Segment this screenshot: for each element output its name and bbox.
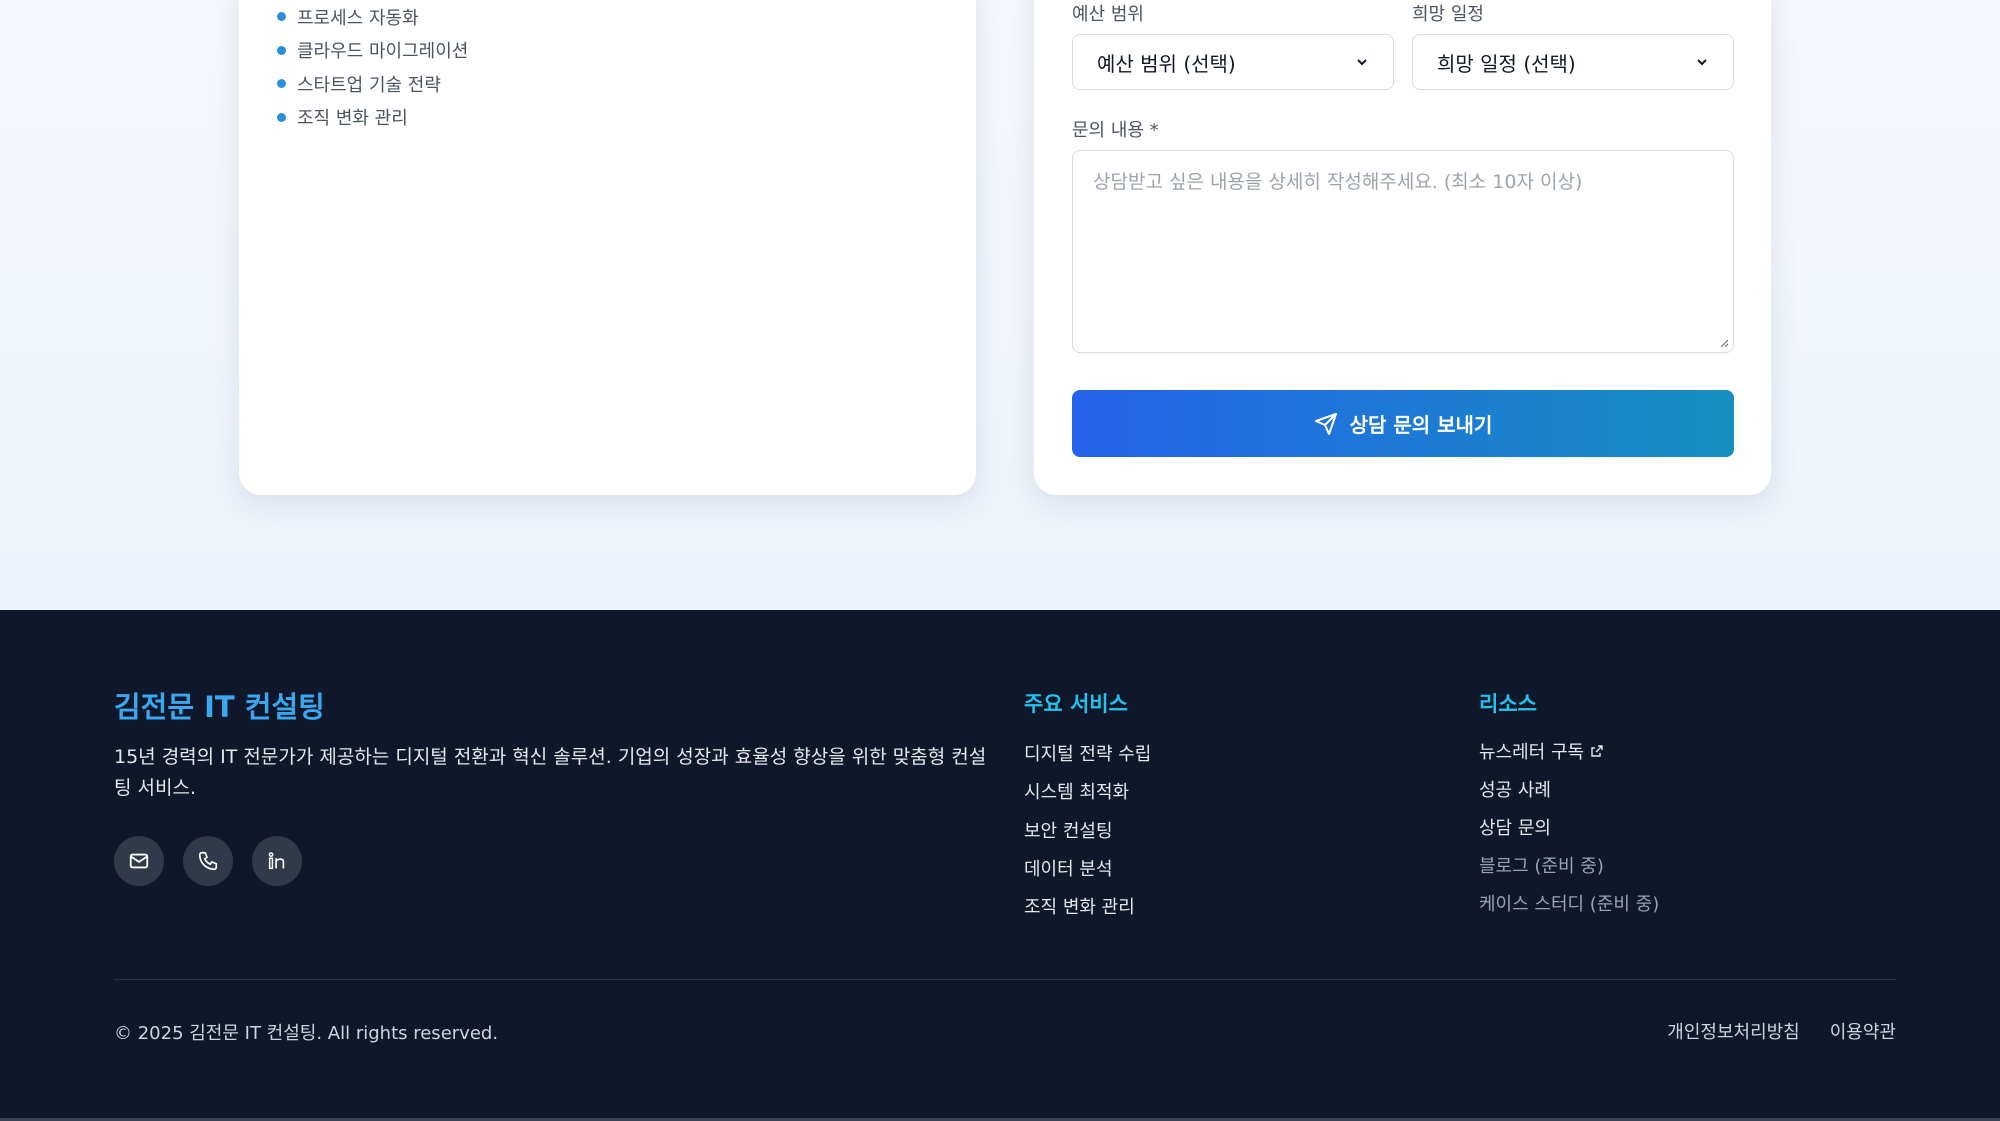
budget-label: 예산 범위 (1072, 4, 1144, 25)
bullet-dot-icon (277, 12, 286, 22)
schedule-select-value: 희망 일정 (선택) (1437, 51, 1576, 76)
list-item: 클라우드 마이그레이션 (277, 34, 468, 68)
contact-section: 프로세스 자동화 클라우드 마이그레이션 스타트업 기술 전략 조직 변화 관리… (0, 0, 2000, 610)
phone-icon (198, 851, 218, 871)
schedule-label: 희망 일정 (1412, 4, 1484, 25)
privacy-policy-link[interactable]: 개인정보처리방침 (1667, 1018, 1799, 1044)
feature-list: 프로세스 자동화 클라우드 마이그레이션 스타트업 기술 전략 조직 변화 관리 (277, 0, 468, 134)
services-list: 디지털 전략 수립 시스템 최적화 보안 컨설팅 데이터 분석 조직 변화 관리 (1024, 734, 1151, 925)
services-link[interactable]: 데이터 분석 (1024, 849, 1151, 887)
mail-button[interactable] (114, 836, 164, 886)
services-title: 주요 서비스 (1024, 692, 1128, 716)
services-link[interactable]: 디지털 전략 수립 (1024, 734, 1151, 772)
list-item: 프로세스 자동화 (277, 0, 468, 34)
social-links (114, 836, 302, 886)
case-study-link: 케이스 스터디 (준비 중) (1479, 894, 1660, 915)
copyright-text: © 2025 김전문 IT 컨설팅. All rights reserved. (114, 1023, 499, 1044)
footer-brand[interactable]: 김전문 IT 컨설팅 (114, 684, 325, 726)
success-stories-link[interactable]: 성공 사례 (1479, 770, 1659, 808)
resources-list: 뉴스레터 구독 성공 사례 상담 문의 블로그 (준비 중) 케이스 스터디 (… (1479, 732, 1659, 922)
external-link-icon (1591, 745, 1603, 757)
schedule-select[interactable]: 희망 일정 (선택) (1412, 34, 1734, 90)
services-link[interactable]: 조직 변화 관리 (1024, 887, 1151, 925)
message-textarea[interactable]: 상담받고 싶은 내용을 상세히 작성해주세요. (최소 10자 이상) (1072, 150, 1734, 353)
message-placeholder: 상담받고 싶은 내용을 상세히 작성해주세요. (최소 10자 이상) (1093, 171, 1583, 193)
budget-select[interactable]: 예산 범위 (선택) (1072, 34, 1394, 90)
submit-button[interactable]: 상담 문의 보내기 (1072, 390, 1734, 457)
legal-links: 개인정보처리방침 이용약관 (1667, 1018, 1896, 1044)
phone-button[interactable] (183, 836, 233, 886)
footer-divider (114, 979, 1896, 980)
terms-link[interactable]: 이용약관 (1830, 1018, 1896, 1044)
chevron-down-icon (1357, 59, 1367, 66)
info-card: 프로세스 자동화 클라우드 마이그레이션 스타트업 기술 전략 조직 변화 관리 (239, 0, 976, 495)
bullet-dot-icon (277, 45, 286, 55)
bullet-dot-icon (277, 79, 286, 89)
resources-title: 리소스 (1479, 692, 1537, 716)
resize-handle-icon[interactable] (1719, 338, 1729, 348)
list-item: 조직 변화 관리 (277, 101, 468, 135)
consultation-link[interactable]: 상담 문의 (1479, 808, 1659, 846)
budget-select-value: 예산 범위 (선택) (1097, 51, 1236, 76)
newsletter-link[interactable]: 뉴스레터 구독 (1479, 732, 1659, 770)
chevron-down-icon (1697, 59, 1707, 66)
submit-label: 상담 문의 보내기 (1349, 413, 1493, 437)
services-link[interactable]: 보안 컨설팅 (1024, 811, 1151, 849)
list-item: 스타트업 기술 전략 (277, 67, 468, 101)
footer-description: 15년 경력의 IT 전문가가 제공하는 디지털 전환과 혁신 솔루션. 기업의… (114, 746, 987, 799)
bullet-dot-icon (277, 112, 286, 122)
contact-form-card: 예산 범위 예산 범위 (선택) 희망 일정 희망 일정 (선택) 문의 내용 … (1034, 0, 1771, 495)
services-link[interactable]: 시스템 최적화 (1024, 772, 1151, 810)
linkedin-button[interactable] (252, 836, 302, 886)
site-footer: 김전문 IT 컨설팅 15년 경력의 IT 전문가가 제공하는 디지털 전환과 … (0, 610, 2000, 1121)
mail-icon (129, 853, 149, 869)
message-label: 문의 내용 * (1072, 120, 1159, 141)
send-icon (1314, 412, 1337, 435)
blog-link: 블로그 (준비 중) (1479, 856, 1604, 877)
linkedin-icon (268, 852, 285, 870)
